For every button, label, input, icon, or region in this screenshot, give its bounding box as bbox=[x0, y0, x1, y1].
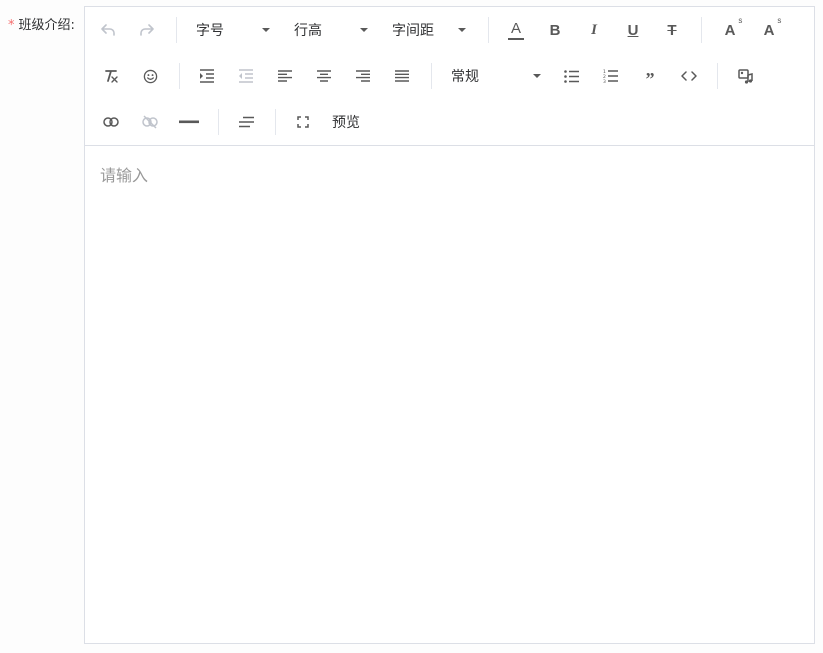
superscript-icon: As bbox=[724, 15, 743, 39]
chevron-down-icon bbox=[533, 74, 541, 78]
insert-media-button[interactable] bbox=[731, 61, 761, 91]
toolbar-divider bbox=[717, 63, 718, 89]
media-icon bbox=[738, 68, 753, 84]
bullet-list-icon bbox=[564, 69, 579, 83]
chevron-down-icon bbox=[458, 28, 466, 32]
undo-icon[interactable] bbox=[93, 15, 123, 45]
blockquote-button[interactable]: ” bbox=[635, 61, 665, 91]
ordered-list-button[interactable]: 123 bbox=[596, 61, 626, 91]
paragraph-style-select[interactable]: 常规 bbox=[451, 61, 543, 91]
align-justify-icon bbox=[395, 70, 409, 82]
chevron-down-icon bbox=[360, 28, 368, 32]
strikethrough-button[interactable]: T bbox=[657, 15, 687, 45]
align-justify-button[interactable] bbox=[387, 61, 417, 91]
unlink-icon bbox=[142, 115, 158, 129]
clear-format-icon bbox=[105, 70, 118, 83]
font-color-icon: A bbox=[508, 20, 524, 40]
font-color-button[interactable]: A bbox=[501, 15, 531, 45]
line-height-select[interactable]: 行高 bbox=[294, 15, 372, 45]
required-mark: * bbox=[8, 18, 15, 33]
text-indent-button[interactable] bbox=[231, 107, 261, 137]
letter-spacing-label: 字间距 bbox=[392, 23, 434, 39]
horizontal-rule-icon bbox=[179, 120, 199, 124]
text-indent-icon bbox=[238, 116, 254, 128]
label-text: 班级介绍: bbox=[18, 18, 75, 33]
redo-icon[interactable] bbox=[132, 15, 162, 45]
align-center-button[interactable] bbox=[309, 61, 339, 91]
fullscreen-button[interactable] bbox=[288, 107, 318, 137]
subscript-button[interactable]: As bbox=[754, 15, 784, 45]
subscript-icon: As bbox=[763, 15, 782, 39]
letter-spacing-select[interactable]: 字间距 bbox=[392, 15, 470, 45]
toolbar-divider bbox=[431, 63, 432, 89]
clear-format-button[interactable] bbox=[96, 61, 126, 91]
quote-icon: ” bbox=[645, 69, 655, 89]
italic-button[interactable]: I bbox=[579, 15, 609, 45]
align-right-button[interactable] bbox=[348, 61, 378, 91]
outdent-icon bbox=[239, 69, 253, 83]
field-label: * 班级介绍: bbox=[8, 14, 75, 33]
align-left-icon bbox=[278, 70, 292, 82]
svg-text:3: 3 bbox=[603, 79, 606, 83]
preview-button[interactable]: 预览 bbox=[332, 107, 360, 137]
bold-button[interactable]: B bbox=[540, 15, 570, 45]
underline-icon: U bbox=[627, 21, 639, 39]
align-right-icon bbox=[356, 70, 370, 82]
editor-toolbar: 字号 行高 字间距 A B I U T A s A s 常规 1 2 3 ” 预… bbox=[85, 7, 814, 145]
toolbar-divider bbox=[701, 17, 702, 43]
link-button[interactable] bbox=[96, 107, 126, 137]
fullscreen-icon bbox=[297, 116, 309, 128]
font-size-select[interactable]: 字号 bbox=[196, 15, 274, 45]
code-icon bbox=[681, 71, 697, 81]
toolbar-divider bbox=[176, 17, 177, 43]
align-center-icon bbox=[317, 70, 331, 82]
unlink-button[interactable] bbox=[135, 107, 165, 137]
font-size-label: 字号 bbox=[196, 23, 224, 39]
preview-label: 预览 bbox=[332, 115, 360, 131]
italic-icon: I bbox=[591, 21, 597, 38]
toolbar-divider bbox=[275, 109, 276, 135]
editor-placeholder: 请输入 bbox=[100, 166, 149, 185]
editor-content-area[interactable]: 请输入 bbox=[85, 145, 814, 643]
toolbar-divider bbox=[179, 63, 180, 89]
toolbar-divider bbox=[218, 109, 219, 135]
line-height-label: 行高 bbox=[294, 23, 322, 39]
toolbar-divider bbox=[488, 17, 489, 43]
indent-icon bbox=[200, 69, 214, 83]
align-left-button[interactable] bbox=[270, 61, 300, 91]
bold-icon: B bbox=[549, 21, 561, 39]
rich-text-editor: 字号 行高 字间距 A B I U T A s A s 常规 1 2 3 ” 预… bbox=[84, 6, 815, 644]
emoji-icon bbox=[143, 69, 157, 83]
bullet-list-button[interactable] bbox=[557, 61, 587, 91]
code-button[interactable] bbox=[674, 61, 704, 91]
indent-button[interactable] bbox=[192, 61, 222, 91]
link-icon bbox=[103, 117, 119, 127]
paragraph-style-label: 常规 bbox=[451, 69, 479, 85]
ordered-list-icon: 123 bbox=[603, 69, 618, 83]
chevron-down-icon bbox=[262, 28, 270, 32]
horizontal-rule-button[interactable] bbox=[174, 107, 204, 137]
outdent-button[interactable] bbox=[231, 61, 261, 91]
underline-button[interactable]: U bbox=[618, 15, 648, 45]
emoji-button[interactable] bbox=[135, 61, 165, 91]
superscript-button[interactable]: As bbox=[715, 15, 745, 45]
strikethrough-icon: T bbox=[667, 21, 677, 39]
